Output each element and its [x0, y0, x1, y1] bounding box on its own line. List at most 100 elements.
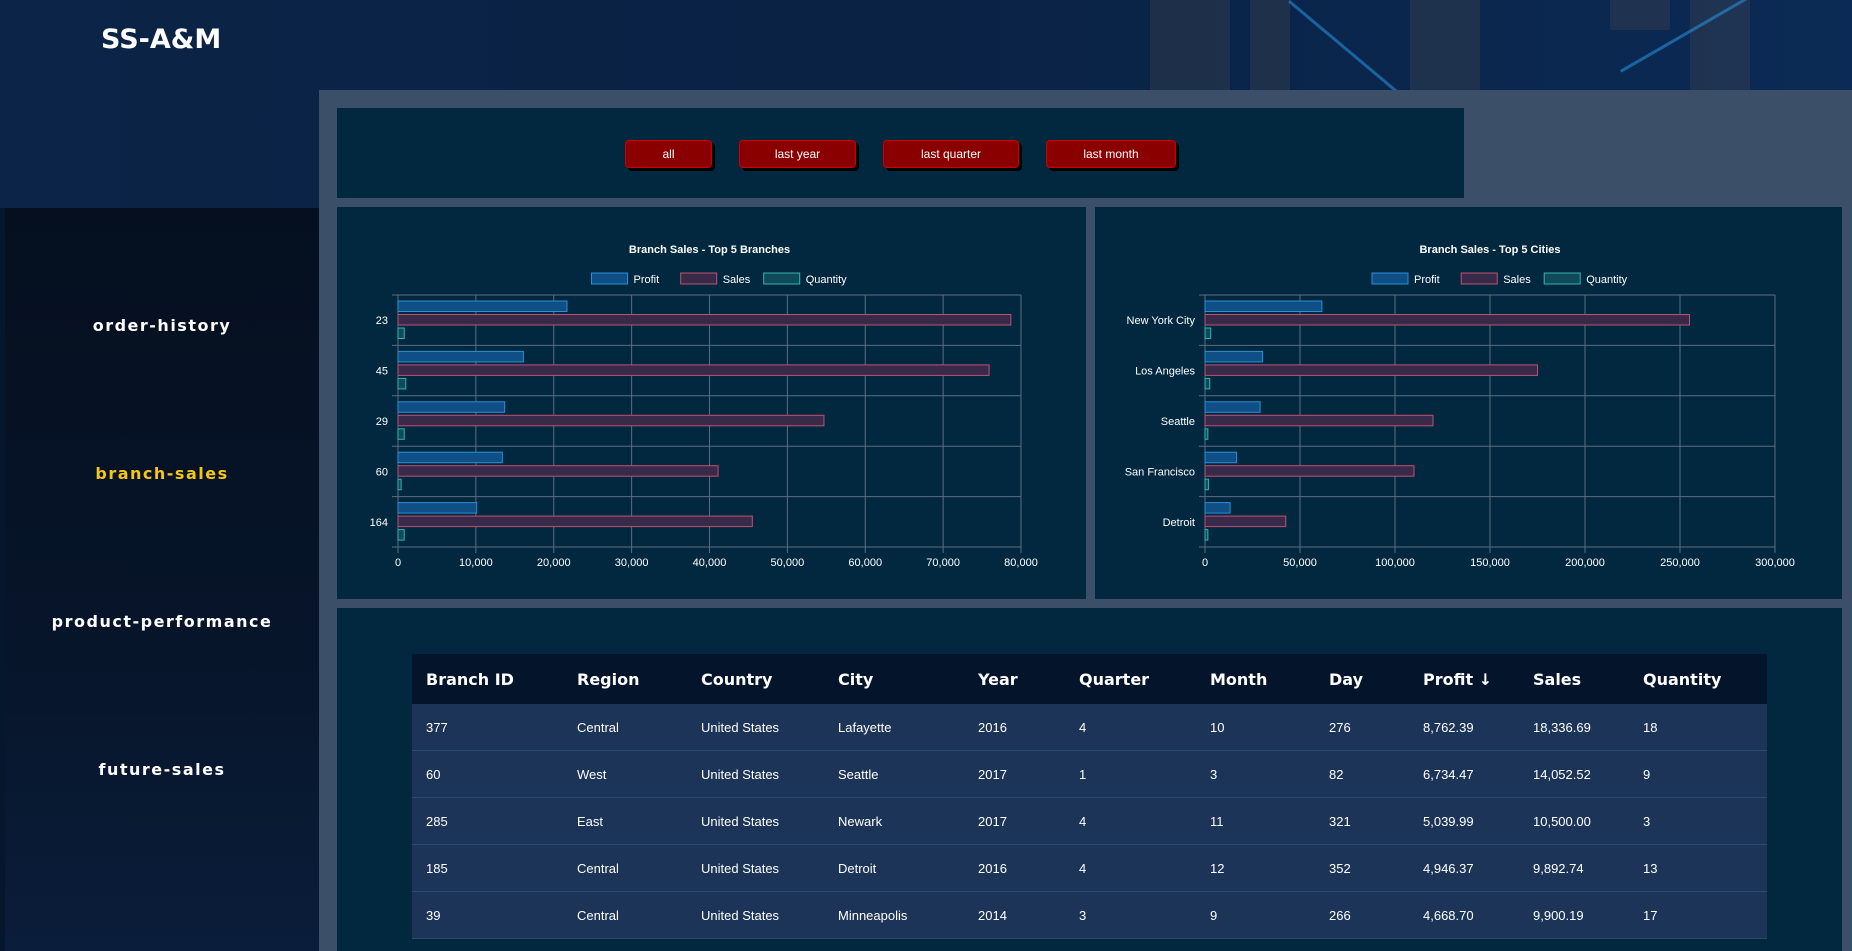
x-tick-label: 200,000 — [1565, 557, 1605, 569]
legend-label: Sales — [723, 274, 751, 286]
x-tick-label: 0 — [395, 557, 401, 569]
y-tick-label: 164 — [370, 517, 388, 529]
filter-last-year-button[interactable]: last year — [739, 140, 856, 168]
x-tick-label: 100,000 — [1375, 557, 1415, 569]
table-cell: 9 — [1643, 766, 1651, 782]
table-row[interactable]: 285 East United States Newark 2017 4 11 321 5,03… — [412, 798, 1767, 845]
column-header[interactable]: Quarter — [1065, 670, 1196, 689]
bar-sales — [1204, 414, 1434, 427]
legend-swatch — [591, 272, 628, 285]
filter-last-month-button[interactable]: last month — [1046, 140, 1176, 168]
chart-title: Branch Sales - Top 5 Branches — [629, 244, 790, 256]
column-header[interactable]: Year — [964, 670, 1065, 689]
nav-item-future-sales[interactable]: future-sales — [5, 760, 319, 779]
bar-sales — [1204, 314, 1690, 326]
bar-profit — [397, 401, 506, 413]
sidebar: order-history branch-sales product-perfo… — [5, 208, 319, 951]
table-cell: Seattle — [838, 766, 879, 782]
table-cell: Lafayette — [838, 719, 892, 735]
table-cell: East — [577, 813, 604, 829]
table-cell: 13 — [1643, 860, 1658, 876]
table-header: Branch ID Region Country City Year Quarter Mon… — [412, 654, 1767, 704]
table-cell: Minneapolis — [838, 907, 908, 923]
column-header[interactable]: Profit ↓ — [1409, 670, 1519, 689]
table-cell: 3 — [1643, 813, 1651, 829]
table-cell: 18,336.69 — [1533, 719, 1591, 735]
legend-label: Quantity — [1586, 274, 1627, 286]
column-header[interactable]: Quantity — [1629, 670, 1767, 689]
bar-profit — [397, 451, 503, 464]
bar-profit — [1204, 451, 1238, 464]
table-row[interactable]: 377 Central United States Lafayette 2016 4 10 2… — [412, 704, 1767, 751]
table-cell: 18 — [1643, 719, 1658, 735]
background-decoration — [1410, 0, 1480, 90]
table-row[interactable]: 60 West United States Seattle 2017 1 3 82 6,734.… — [412, 751, 1767, 798]
bar-quantity — [397, 327, 405, 339]
bar-profit — [397, 502, 478, 514]
bar-profit — [397, 300, 568, 312]
table-cell: 276 — [1329, 719, 1351, 735]
column-header[interactable]: Branch ID — [412, 670, 563, 689]
legend-label: Sales — [1503, 274, 1531, 286]
x-tick-label: 60,000 — [848, 557, 882, 569]
table-cell: 266 — [1329, 907, 1351, 923]
chart-top-branches: Branch Sales - Top 5 Branches Profit Sales… — [370, 244, 1038, 569]
table-cell: 352 — [1329, 860, 1351, 876]
legend-swatch — [1371, 272, 1409, 285]
table-cell: 3 — [1210, 766, 1218, 782]
nav-item-order-history[interactable]: order-history — [5, 316, 319, 335]
table-cell: United States — [701, 907, 780, 923]
table-cell: 9 — [1210, 907, 1218, 923]
table-cell: 82 — [1329, 766, 1344, 782]
legend-swatch — [1543, 272, 1581, 285]
column-header[interactable]: Day — [1315, 670, 1409, 689]
table-cell: 185 — [426, 860, 448, 876]
chart-title: Branch Sales - Top 5 Cities — [1419, 244, 1560, 256]
x-tick-label: 40,000 — [693, 557, 727, 569]
table-row[interactable]: 39 Central United States Minneapolis 2014 3 9 2… — [412, 892, 1767, 939]
table-cell: 10 — [1210, 719, 1225, 735]
y-tick-label: Detroit — [1163, 517, 1195, 529]
table-cell: 14,052.52 — [1533, 766, 1591, 782]
x-tick-label: 50,000 — [1283, 557, 1317, 569]
table-row[interactable]: 185 Central United States Detroit 2016 4 12 352… — [412, 845, 1767, 892]
table-cell: 2017 — [978, 766, 1007, 782]
table-cell: 285 — [426, 813, 448, 829]
background-decoration — [1250, 0, 1290, 90]
table-cell: 1 — [1079, 766, 1087, 782]
table-cell: 321 — [1329, 813, 1351, 829]
legend-swatch — [1460, 272, 1498, 285]
column-header[interactable]: Region — [563, 670, 687, 689]
y-tick-label: New York City — [1127, 315, 1196, 327]
y-tick-label: San Francisco — [1125, 466, 1195, 478]
table-body: 377 Central United States Lafayette 2016 4 10 2… — [412, 704, 1767, 939]
bar-sales — [1204, 364, 1538, 376]
column-header[interactable]: Country — [687, 670, 824, 689]
column-header[interactable]: Sales — [1519, 670, 1629, 689]
table-cell: 5,039.99 — [1423, 813, 1474, 829]
x-tick-label: 300,000 — [1755, 557, 1795, 569]
branch-sales-table: Branch ID Region Country City Year Quarter Mon… — [412, 654, 1767, 939]
x-tick-label: 20,000 — [537, 557, 571, 569]
bar-profit — [397, 350, 524, 363]
y-tick-label: Los Angeles — [1135, 366, 1195, 378]
table-cell: 4 — [1079, 860, 1087, 876]
bar-sales — [397, 314, 1012, 326]
column-header[interactable]: Month — [1196, 670, 1315, 689]
bar-sales — [1204, 465, 1415, 477]
table-cell: 6,734.47 — [1423, 766, 1474, 782]
nav-item-product-performance[interactable]: product-performance — [5, 612, 319, 631]
table-cell: 2017 — [978, 813, 1007, 829]
table-cell: United States — [701, 719, 780, 735]
x-tick-label: 250,000 — [1660, 557, 1700, 569]
y-tick-label: 29 — [376, 416, 388, 428]
table-cell: United States — [701, 860, 780, 876]
filter-all-button[interactable]: all — [625, 140, 712, 168]
nav-item-branch-sales[interactable]: branch-sales — [5, 464, 319, 483]
column-header[interactable]: City — [824, 670, 964, 689]
filter-last-quarter-button[interactable]: last quarter — [883, 140, 1019, 168]
table-cell: 11 — [1210, 813, 1224, 829]
table-cell: 60 — [426, 766, 441, 782]
table-cell: West — [577, 766, 607, 782]
table-cell: 17 — [1643, 907, 1658, 923]
